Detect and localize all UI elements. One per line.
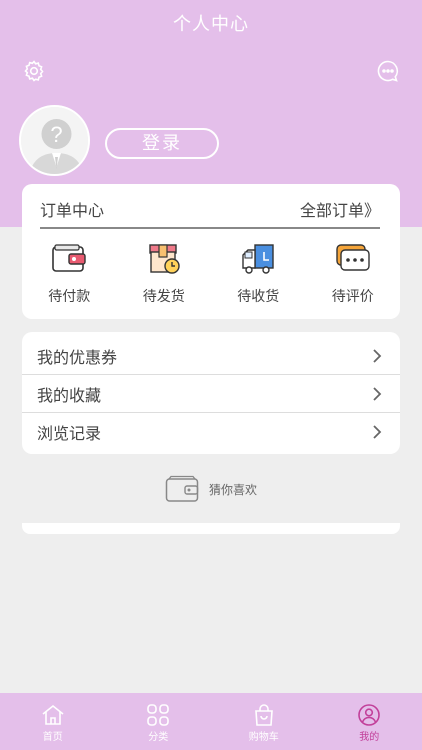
order-status-pending-shipment[interactable]: 待发货 xyxy=(117,242,212,312)
order-status-row: 待付款 待发货 待收货 待评价 xyxy=(22,242,400,312)
order-status-label: 待付款 xyxy=(48,289,91,305)
grid-icon xyxy=(147,704,170,726)
menu-item-coupons[interactable]: 我的优惠券 xyxy=(22,338,400,375)
wallet-icon xyxy=(52,244,86,272)
bottom-tab-bar: 首页 分类 购物车 我的 xyxy=(0,693,422,750)
comment-icon xyxy=(336,244,370,271)
guess-you-like-label: 猜你喜欢 xyxy=(209,482,258,497)
menu-item-label: 浏览记录 xyxy=(37,423,102,443)
menu-item-favorites[interactable]: 我的收藏 xyxy=(22,376,400,413)
tab-label: 分类 xyxy=(148,732,169,743)
menu-item-history[interactable]: 浏览记录 xyxy=(22,413,400,450)
box-clock-icon xyxy=(149,244,180,274)
wallet-outline-icon xyxy=(165,475,199,502)
chevron-right-icon xyxy=(373,424,382,439)
menu-card: 我的优惠券 我的收藏 浏览记录 xyxy=(22,332,400,454)
message-button[interactable] xyxy=(375,58,401,84)
tab-label: 我的 xyxy=(359,732,380,743)
user-icon xyxy=(358,704,381,726)
order-status-pending-receipt[interactable]: 待收货 xyxy=(211,242,306,312)
page-title: 个人中心 xyxy=(173,14,249,35)
tab-home[interactable]: 首页 xyxy=(0,693,106,750)
order-status-label: 待收货 xyxy=(237,289,280,305)
tab-label: 首页 xyxy=(42,732,63,743)
chat-bubble-icon xyxy=(377,60,399,82)
order-center-title: 订单中心 xyxy=(40,201,105,220)
chevron-right-icon xyxy=(373,349,382,363)
order-status-label: 待发货 xyxy=(142,289,185,305)
avatar[interactable]: ? xyxy=(19,105,90,176)
order-status-pending-payment[interactable]: 待付款 xyxy=(22,242,117,312)
settings-button[interactable] xyxy=(21,58,47,84)
login-button[interactable]: 登录 xyxy=(105,128,219,159)
tab-category[interactable]: 分类 xyxy=(106,693,212,750)
chevron-right-icon xyxy=(373,387,382,401)
all-orders-link[interactable]: 全部订单》 xyxy=(300,197,380,221)
gear-icon xyxy=(24,60,44,82)
order-center-header: 订单中心 全部订单》 xyxy=(40,197,380,229)
order-status-pending-review[interactable]: 待评价 xyxy=(306,242,401,312)
truck-icon xyxy=(242,244,274,274)
order-center-card: 订单中心 全部订单》 待付款 待发货 待收货 待评价 xyxy=(22,184,400,319)
menu-item-label: 我的收藏 xyxy=(37,386,102,405)
recommendation-card xyxy=(22,523,400,534)
shopping-bag-icon xyxy=(254,704,273,726)
menu-item-label: 我的优惠券 xyxy=(37,348,118,367)
tab-cart[interactable]: 购物车 xyxy=(211,693,317,750)
svg-text:?: ? xyxy=(50,122,62,147)
order-status-label: 待评价 xyxy=(331,289,374,305)
tab-label: 购物车 xyxy=(248,732,279,743)
guess-you-like: 猜你喜欢 xyxy=(165,474,257,504)
home-icon xyxy=(42,704,64,725)
tab-mine[interactable]: 我的 xyxy=(317,693,422,750)
